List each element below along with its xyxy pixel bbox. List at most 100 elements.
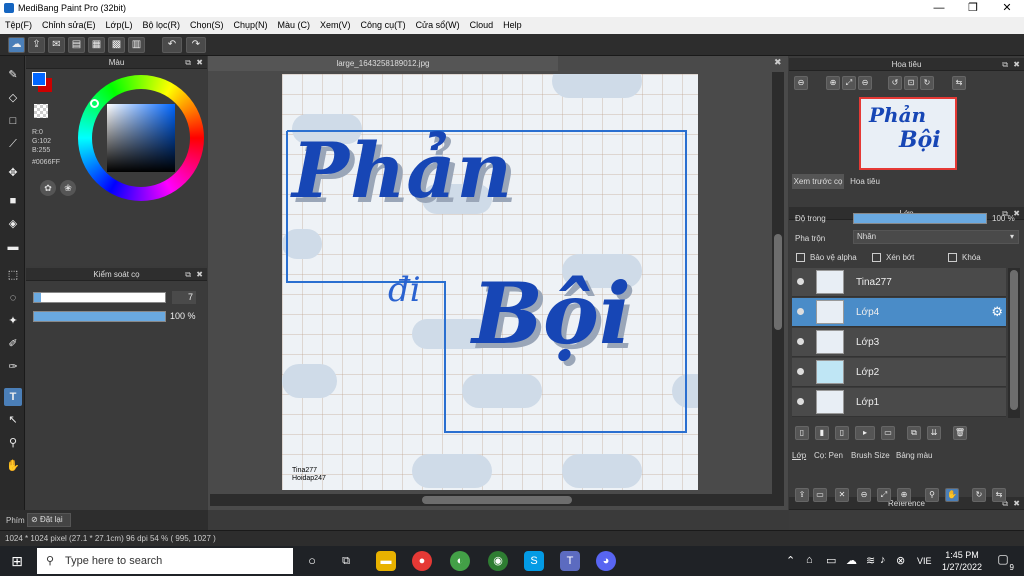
layer-row-selected[interactable]: Lớp4 ⚙ (792, 298, 1006, 327)
zoom-in-icon[interactable]: ⊕ (826, 76, 840, 90)
clipping-checkbox[interactable] (872, 253, 881, 262)
language-indicator[interactable]: VIE (917, 556, 932, 566)
page-icon[interactable]: ▤ (68, 37, 85, 53)
trash-icon[interactable]: 🗑 (953, 426, 967, 440)
transparent-swatch[interactable] (34, 104, 48, 118)
browser-app-icon[interactable]: ◐ (450, 551, 470, 571)
menu-file[interactable]: Tệp(F) (0, 17, 37, 33)
minimize-button[interactable]: — (922, 0, 956, 17)
layer-scroll-thumb[interactable] (1010, 270, 1018, 410)
rotate-right-icon[interactable]: ↻ (920, 76, 934, 90)
fit-window-icon[interactable]: ⊡ (904, 76, 918, 90)
reset-button[interactable]: ⊘ Đặt lại (27, 513, 71, 527)
horizontal-scroll-thumb[interactable] (422, 496, 572, 504)
open-folder-icon[interactable]: ▭ (813, 488, 827, 502)
maximize-button[interactable]: ❐ (956, 0, 990, 17)
canvas-close-icon[interactable]: ✖ (774, 57, 782, 68)
blend-mode-select[interactable]: Nhân ▾ (853, 230, 1019, 244)
undock-icon[interactable]: ⧉ (185, 268, 191, 281)
eraser-tool-icon[interactable]: ◇ (4, 89, 22, 107)
rotate-left-icon[interactable]: ↺ (888, 76, 902, 90)
new-layer-icon[interactable]: ▯ (795, 426, 809, 440)
file-explorer-icon[interactable]: ▬ (376, 551, 396, 571)
comment-icon[interactable]: ✉ (48, 37, 65, 53)
undock-icon[interactable]: ⧉ (1002, 58, 1008, 71)
menu-select[interactable]: Chọn(S) (185, 17, 229, 33)
chevron-up-icon[interactable]: ⌃ (786, 554, 795, 567)
visibility-icon[interactable] (797, 278, 804, 285)
clock[interactable]: 1:45 PM 1/27/2022 (940, 549, 984, 573)
browser-alt-icon[interactable]: ◉ (488, 551, 508, 571)
layer-scrollbar[interactable] (1008, 268, 1020, 418)
drawing-canvas[interactable]: Phản đi Bội Tina277 Hoidap247 (282, 74, 698, 490)
cloud-icon[interactable]: ☁ (8, 37, 25, 53)
foreground-color-swatch[interactable] (32, 72, 46, 86)
dropper-icon[interactable]: ⚲ (925, 488, 939, 502)
undo-icon[interactable]: ↶ (162, 37, 182, 53)
teams-icon[interactable]: T (560, 551, 580, 571)
tab-navigator[interactable]: Hoa tiêu (845, 174, 885, 189)
volume-icon[interactable]: ♪ (880, 554, 886, 566)
select-tool-icon[interactable]: ⬚ (4, 266, 22, 284)
tab-brush-size[interactable]: Brush Size (851, 451, 890, 460)
flip-icon[interactable]: ⇆ (992, 488, 1006, 502)
fit-icon[interactable]: ⤢ (842, 76, 856, 90)
visibility-icon[interactable] (797, 398, 804, 405)
navigator-preview[interactable]: Phản Bội (859, 97, 957, 170)
visibility-icon[interactable] (797, 308, 804, 315)
menu-edit[interactable]: Chỉnh sửa(E) (37, 17, 101, 33)
zoom-out-icon[interactable]: ⊖ (794, 76, 808, 90)
lasso-tool-icon[interactable]: ◌ (4, 289, 22, 307)
tab-layer[interactable]: Lớp (792, 451, 806, 460)
grid-icon[interactable]: ▩ (108, 37, 125, 53)
palette-icon[interactable]: ✿ (40, 180, 56, 196)
layer-row[interactable]: Lớp2 (792, 358, 1006, 387)
panel-close-icon[interactable]: ✖ (1013, 58, 1020, 71)
upload-icon[interactable]: ⇪ (28, 37, 45, 53)
merge-icon[interactable]: ⇊ (927, 426, 941, 440)
gradient-tool-icon[interactable]: ▬ (4, 238, 22, 256)
lock-checkbox[interactable] (948, 253, 957, 262)
wifi-icon[interactable]: ≋ (866, 554, 875, 567)
duplicate-icon[interactable]: ⧉ (907, 426, 921, 440)
menu-window[interactable]: Cửa sổ(W) (411, 17, 465, 33)
alpha-protect-checkbox[interactable] (796, 253, 805, 262)
visibility-icon[interactable] (797, 368, 804, 375)
battery-icon[interactable]: ▭ (826, 554, 836, 567)
dropper-tool-icon[interactable]: ⚲ (4, 434, 22, 452)
horizontal-scrollbar[interactable] (210, 494, 784, 506)
error-icon[interactable]: ⊗ (896, 554, 905, 567)
bucket-tool-icon[interactable]: ◈ (4, 215, 22, 233)
tab-brush-preview[interactable]: Xem trước cọ (792, 174, 844, 189)
redo-icon[interactable]: ↷ (186, 37, 206, 53)
skype-icon[interactable]: S (524, 551, 544, 571)
menu-filter[interactable]: Bộ lọc(R) (137, 17, 185, 33)
pen-tool-icon[interactable]: ✎ (4, 66, 22, 84)
discord-icon[interactable]: ◕ (596, 551, 616, 571)
panel-close-icon[interactable]: ✖ (196, 56, 203, 69)
menu-tools[interactable]: Công cụ(T) (356, 17, 411, 33)
tiles-icon[interactable]: ▥ (128, 37, 145, 53)
brush-size-slider[interactable] (33, 292, 166, 303)
tab-brush[interactable]: Cọ: Pen (814, 451, 843, 460)
doc-icon[interactable]: ▦ (88, 37, 105, 53)
flip-icon[interactable]: ⇆ (952, 76, 966, 90)
cloud-upload-icon[interactable]: ⇪ (795, 488, 809, 502)
network-icon[interactable]: ⌂ (806, 554, 813, 566)
menu-color[interactable]: Màu (C) (273, 17, 316, 33)
move-tool-icon[interactable]: ✥ (4, 164, 22, 182)
menu-snap[interactable]: Chụp(N) (229, 17, 273, 33)
windows-start-icon[interactable]: ⊞ (8, 552, 26, 570)
menu-help[interactable]: Help (498, 17, 527, 33)
zoom-out-icon[interactable]: ⊖ (857, 488, 871, 502)
tab-palette[interactable]: Bảng màu (896, 451, 932, 460)
fit-icon[interactable]: ⤢ (877, 488, 891, 502)
panel-close-icon[interactable]: ✖ (196, 268, 203, 281)
onedrive-icon[interactable]: ☁ (846, 554, 857, 567)
task-view-icon[interactable]: ⧉ (336, 551, 356, 571)
menu-cloud[interactable]: Cloud (465, 17, 499, 33)
menu-layer[interactable]: Lớp(L) (101, 17, 138, 33)
palette-alt-icon[interactable]: ❀ (60, 180, 76, 196)
saturation-value-square[interactable] (107, 104, 175, 172)
select-pen-icon[interactable]: ✐ (4, 335, 22, 353)
